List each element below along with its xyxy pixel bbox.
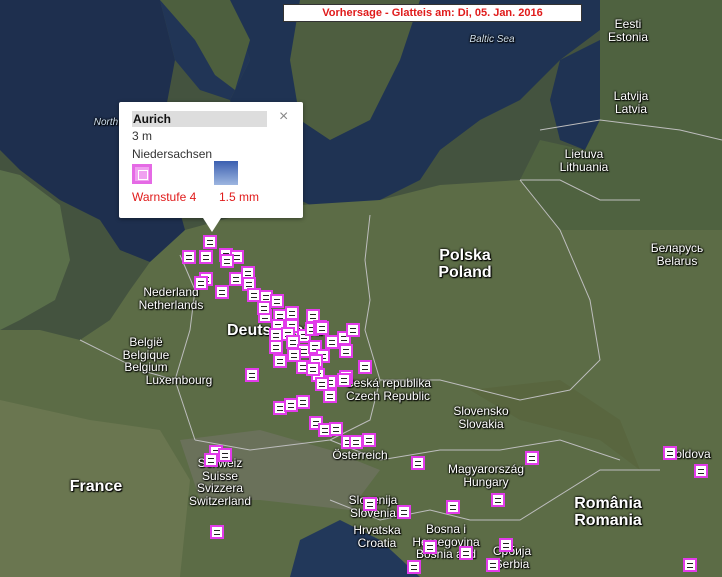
warning-marker[interactable] bbox=[296, 395, 310, 409]
warning-marker[interactable] bbox=[315, 377, 329, 391]
warning-marker[interactable] bbox=[363, 497, 377, 511]
warning-marker[interactable] bbox=[499, 538, 513, 552]
warning-marker[interactable] bbox=[683, 558, 697, 572]
label-luxembourg: Luxembourg bbox=[145, 373, 213, 387]
warning-marker[interactable] bbox=[273, 354, 287, 368]
label-romania: România Romania bbox=[574, 495, 642, 529]
warning-marker[interactable] bbox=[215, 285, 229, 299]
label-czech: Česká republika Czech Republic bbox=[344, 376, 432, 403]
station-elevation: 3 m bbox=[132, 129, 153, 143]
warning-level-icon bbox=[132, 164, 152, 184]
label-belarus: Беларусь Belarus bbox=[650, 241, 704, 268]
station-name: Aurich bbox=[132, 111, 267, 127]
warning-marker[interactable] bbox=[257, 301, 271, 315]
label-baltic-sea: Baltic Sea bbox=[469, 34, 515, 45]
label-belgium: België Belgique Belgium bbox=[122, 335, 170, 375]
warning-level-text: Warnstufe 4 bbox=[132, 190, 197, 204]
warning-marker[interactable] bbox=[245, 368, 259, 382]
warning-marker[interactable] bbox=[339, 344, 353, 358]
label-austria: Österreich bbox=[332, 448, 388, 462]
warning-marker[interactable] bbox=[285, 306, 299, 320]
warning-marker[interactable] bbox=[194, 276, 208, 290]
warning-marker[interactable] bbox=[220, 254, 234, 268]
forecast-banner: Vorhersage - Glatteis am: Di, 05. Jan. 2… bbox=[283, 4, 582, 22]
label-slovakia: Slovensko Slovakia bbox=[453, 404, 509, 431]
warning-marker[interactable] bbox=[203, 235, 217, 249]
warning-marker[interactable] bbox=[204, 453, 218, 467]
warning-marker[interactable] bbox=[218, 448, 232, 462]
warning-marker[interactable] bbox=[315, 321, 329, 335]
label-latvija: Latvija Latvia bbox=[613, 89, 649, 116]
warning-marker[interactable] bbox=[459, 546, 473, 560]
weather-ice-icon bbox=[214, 161, 238, 185]
label-poland: Polska Poland bbox=[438, 247, 492, 281]
warning-marker[interactable] bbox=[694, 464, 708, 478]
label-switzerland: Schweiz Suisse Svizzera Switzerland bbox=[188, 456, 252, 508]
warning-marker[interactable] bbox=[182, 250, 196, 264]
warning-marker[interactable] bbox=[323, 389, 337, 403]
label-france: France bbox=[69, 478, 123, 495]
warning-marker[interactable] bbox=[358, 360, 372, 374]
warning-marker[interactable] bbox=[397, 505, 411, 519]
warning-marker[interactable] bbox=[663, 446, 677, 460]
warning-marker[interactable] bbox=[423, 540, 437, 554]
precip-amount: 1.5 mm bbox=[219, 190, 260, 204]
warning-marker[interactable] bbox=[329, 422, 343, 436]
close-icon[interactable]: × bbox=[279, 108, 288, 126]
warning-marker[interactable] bbox=[349, 435, 363, 449]
warning-marker[interactable] bbox=[525, 451, 539, 465]
label-eesti: Eesti Estonia bbox=[607, 17, 649, 44]
label-croatia: Hrvatska Croatia bbox=[353, 523, 401, 550]
warning-marker[interactable] bbox=[491, 493, 505, 507]
warning-marker[interactable] bbox=[411, 456, 425, 470]
warning-marker[interactable] bbox=[269, 340, 283, 354]
warning-marker[interactable] bbox=[306, 362, 320, 376]
warning-marker[interactable] bbox=[446, 500, 460, 514]
station-region: Niedersachsen bbox=[132, 147, 213, 161]
warning-marker[interactable] bbox=[407, 560, 421, 574]
label-lietuva: Lietuva Lithuania bbox=[559, 147, 609, 174]
warning-marker[interactable] bbox=[486, 558, 500, 572]
station-info-popup: Aurich × 3 m Niedersachsen Warnstufe 4 1… bbox=[119, 102, 303, 232]
warning-marker[interactable] bbox=[346, 323, 360, 337]
label-north-sea: North bbox=[93, 117, 119, 128]
warning-marker[interactable] bbox=[210, 525, 224, 539]
label-hungary: Magyarország Hungary bbox=[447, 462, 525, 489]
warning-marker[interactable] bbox=[362, 433, 376, 447]
warning-marker[interactable] bbox=[337, 373, 351, 387]
warning-marker[interactable] bbox=[199, 250, 213, 264]
warning-marker[interactable] bbox=[270, 294, 284, 308]
